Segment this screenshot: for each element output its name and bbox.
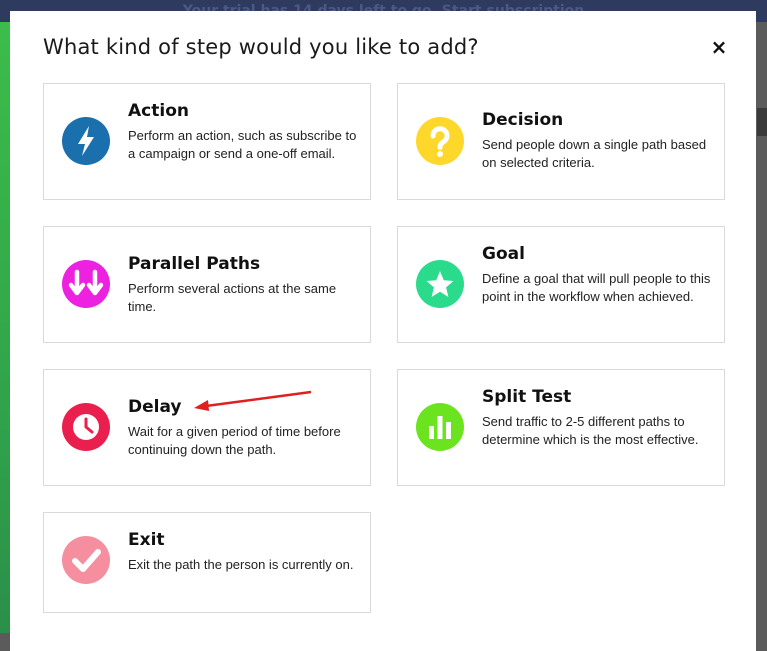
step-card-title: Exit xyxy=(128,530,165,550)
step-card-description: Exit the path the person is currently on… xyxy=(128,557,354,572)
step-card-exit[interactable]: Exit Exit the path the person is current… xyxy=(43,512,371,613)
step-card-split-test[interactable]: Split Test Send traffic to 2-5 different… xyxy=(397,369,725,486)
step-card-description: Define a goal that will pull people to t… xyxy=(482,271,711,304)
bar-chart-icon xyxy=(416,403,464,451)
step-card-description: Send traffic to 2-5 different paths to d… xyxy=(482,414,699,447)
step-card-delay[interactable]: Delay Wait for a given period of time be… xyxy=(43,369,371,486)
background-element xyxy=(757,108,767,136)
step-card-goal[interactable]: Goal Define a goal that will pull people… xyxy=(397,226,725,343)
lightning-icon xyxy=(62,117,110,165)
clock-icon xyxy=(62,403,110,451)
step-card-title: Parallel Paths xyxy=(128,254,261,274)
step-card-action[interactable]: Action Perform an action, such as subscr… xyxy=(43,83,371,200)
star-icon xyxy=(416,260,464,308)
step-card-description: Send people down a single path based on … xyxy=(482,137,707,170)
close-icon[interactable]: × xyxy=(708,36,730,58)
step-card-title: Split Test xyxy=(482,387,572,407)
question-mark-icon xyxy=(416,117,464,165)
background-sidebar xyxy=(0,22,10,633)
step-card-decision[interactable]: Decision Send people down a single path … xyxy=(397,83,725,200)
step-card-description: Perform an action, such as subscribe to … xyxy=(128,128,357,161)
step-card-title: Action xyxy=(128,101,189,121)
parallel-arrows-icon xyxy=(62,260,110,308)
checkmark-icon xyxy=(62,536,110,584)
step-card-title: Decision xyxy=(482,110,564,130)
modal-title: What kind of step would you like to add? xyxy=(43,35,479,59)
step-card-description: Wait for a given period of time before c… xyxy=(128,424,341,457)
step-card-description: Perform several actions at the same time… xyxy=(128,281,337,314)
step-card-parallel-paths[interactable]: Parallel Paths Perform several actions a… xyxy=(43,226,371,343)
add-step-modal: What kind of step would you like to add?… xyxy=(10,11,756,651)
step-card-title: Delay xyxy=(128,397,182,417)
step-card-title: Goal xyxy=(482,244,525,264)
